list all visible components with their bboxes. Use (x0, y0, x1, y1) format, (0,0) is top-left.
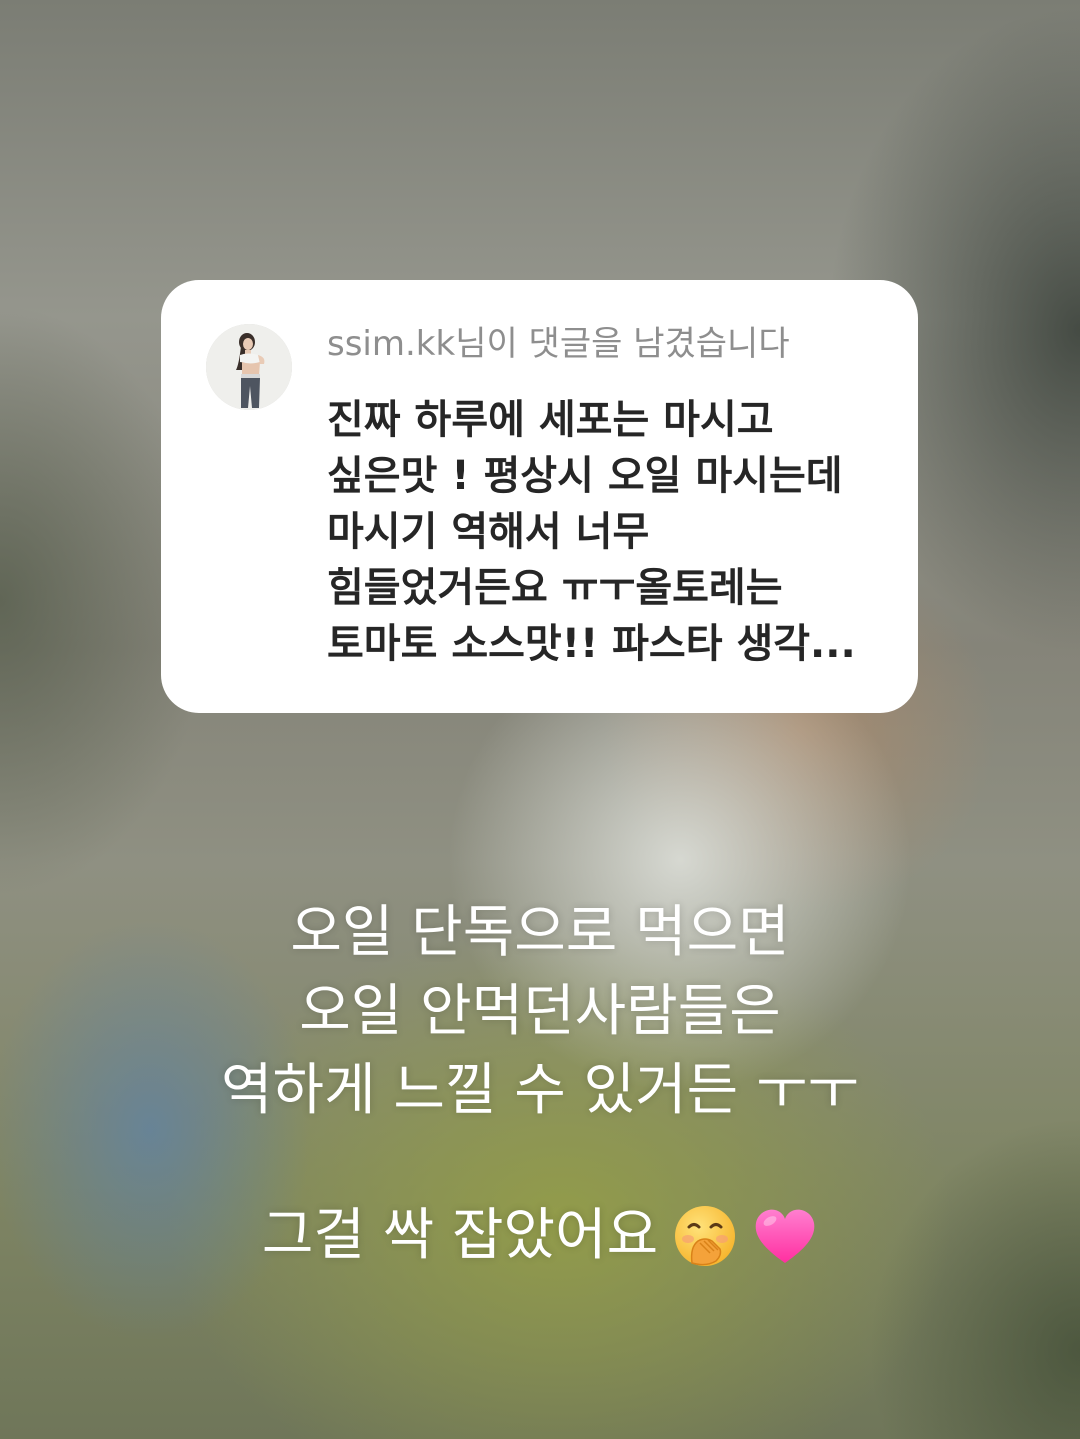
pink-heart-icon (755, 1209, 815, 1263)
comment-line: 진짜 하루에 세포는 마시고 (327, 397, 774, 443)
commenter-username[interactable]: ssim.kk (327, 324, 455, 364)
reply-last-line: 그걸 싹 잡았어요 (262, 1196, 818, 1275)
reply-line: 오일 단독으로 먹으면 (290, 900, 790, 965)
reply-last-line-row: 그걸 싹 잡았어요 (0, 1196, 1080, 1275)
comment-sticker[interactable]: ssim.kk님이 댓글을 남겼습니다 진짜 하루에 세포는 마시고 싶은맛 !… (161, 280, 918, 713)
avatar-photo (206, 324, 292, 410)
comment-line: 힘들었거든요 ㅠㅜ올토레는 (327, 565, 783, 611)
commenter-avatar[interactable] (206, 324, 292, 410)
reply-last-line-text: 그걸 싹 잡았어요 (261, 1203, 659, 1268)
reply-line: 오일 안먹던사람들은 (299, 979, 781, 1044)
story-reply-text: 오일 단독으로 먹으면 오일 안먹던사람들은 역하게 느낄 수 있거든 ㅜㅜ 그… (0, 893, 1080, 1275)
reply-line: 역하게 느낄 수 있거든 ㅜㅜ (221, 1058, 859, 1123)
comment-line: 토마토 소스맛!! 파스타 생각... (327, 621, 856, 667)
reply-spacer (0, 1130, 1080, 1196)
hand-over-mouth-emoji-icon (675, 1205, 736, 1266)
comment-header: ssim.kk님이 댓글을 남겼습니다 (327, 324, 790, 364)
comment-action-text: 님이 댓글을 남겼습니다 (455, 324, 790, 364)
comment-line: 마시기 역해서 너무 (327, 509, 650, 555)
comment-body: 진짜 하루에 세포는 마시고 싶은맛 ! 평상시 오일 마시는데 마시기 역해서… (327, 392, 887, 672)
comment-line: 싶은맛 ! 평상시 오일 마시는데 (327, 453, 843, 499)
